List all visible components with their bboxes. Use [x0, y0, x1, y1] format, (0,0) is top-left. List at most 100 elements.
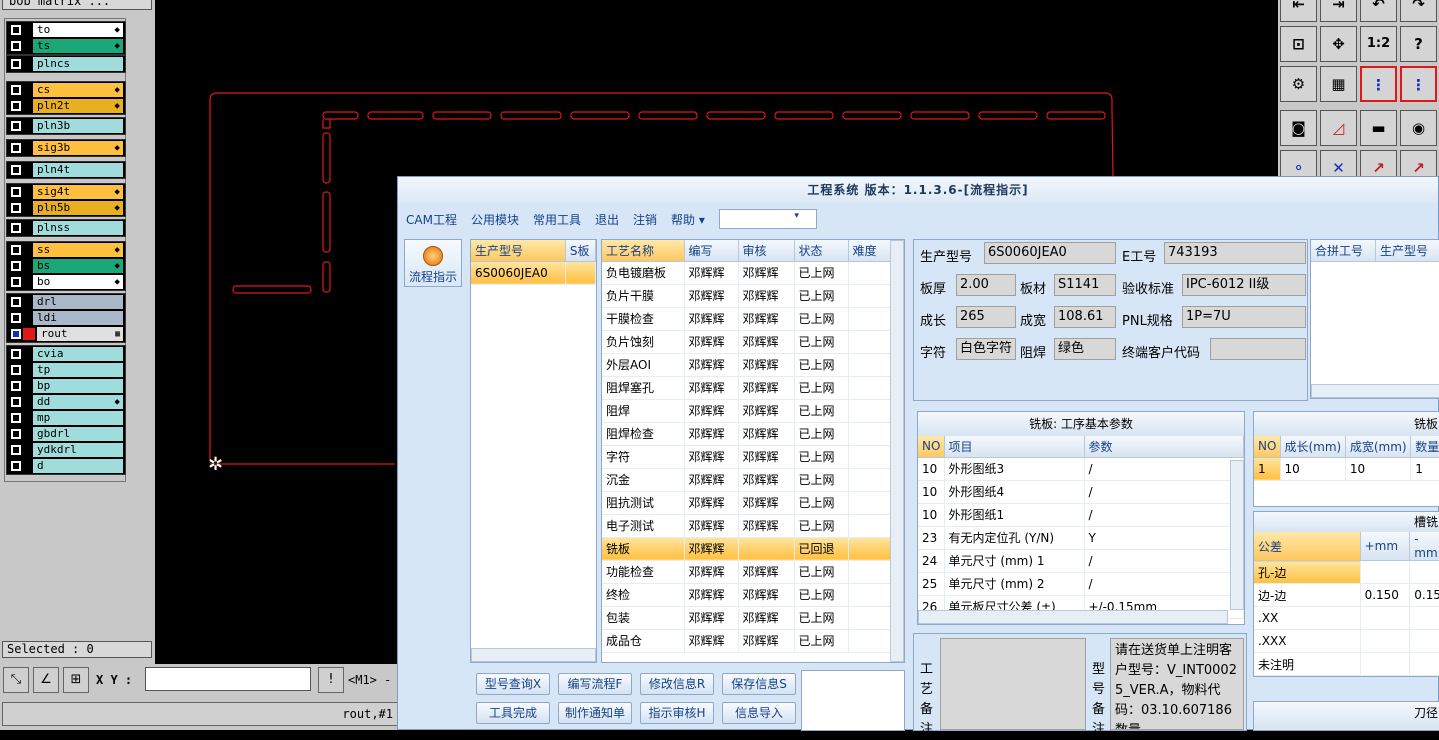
table-row[interactable]: 包装 邓辉辉 邓辉辉 已上网: [602, 606, 904, 630]
horizontal-scrollbar[interactable]: [471, 648, 596, 662]
layer-affected-icon[interactable]: ⬥: [114, 23, 120, 37]
layer-row[interactable]: plncs: [7, 56, 125, 72]
layer-checkbox[interactable]: [11, 329, 21, 339]
layer-name[interactable]: ydkdrl: [33, 443, 123, 457]
layer-row[interactable]: tp: [7, 362, 125, 378]
layer-row[interactable]: cvia: [7, 346, 125, 362]
vertical-scrollbar[interactable]: [1230, 460, 1244, 610]
layer-row[interactable]: mp: [7, 410, 125, 426]
layer-checkbox[interactable]: [11, 203, 21, 213]
table-row[interactable]: 阻焊 邓辉辉 邓辉辉 已上网: [602, 399, 904, 423]
layer-name[interactable]: ts ⬥: [33, 39, 123, 53]
layer-name[interactable]: rout ▦: [37, 327, 123, 341]
layer-checkbox[interactable]: [11, 413, 21, 423]
snap-grid-icon[interactable]: ⊞: [63, 667, 89, 693]
col-minus[interactable]: -mm: [1409, 532, 1439, 561]
layer-name[interactable]: cvia: [33, 347, 123, 361]
col-process[interactable]: 工艺名称: [602, 240, 685, 262]
craft-note-field[interactable]: [940, 638, 1086, 730]
col-no[interactable]: NO: [918, 436, 945, 458]
layer-affected-icon[interactable]: ⬥: [114, 395, 120, 409]
undo-icon[interactable]: ↶: [1360, 0, 1397, 22]
layer-name[interactable]: pln4t: [33, 163, 123, 177]
table-row[interactable]: 24 单元尺寸 (mm) 1/: [918, 549, 1244, 573]
layer-name[interactable]: bp: [33, 379, 123, 393]
layer-row[interactable]: to ⬥: [7, 22, 125, 38]
layer-checkbox[interactable]: [11, 121, 21, 131]
layer-checkbox[interactable]: [11, 41, 21, 51]
layer-checkbox[interactable]: [11, 381, 21, 391]
table-row[interactable]: 10 外形图纸4/: [918, 480, 1244, 504]
material-field[interactable]: S1141: [1054, 274, 1116, 296]
layer-name[interactable]: plnss: [33, 221, 123, 235]
character-field[interactable]: 白色字符: [956, 338, 1016, 360]
table-row[interactable]: 成品仓 邓辉辉 邓辉辉 已上网: [602, 629, 904, 653]
layer-checkbox[interactable]: [11, 277, 21, 287]
layer-checkbox[interactable]: [11, 143, 21, 153]
table-row[interactable]: .XXX: [1254, 629, 1439, 653]
layer-name[interactable]: plncs: [33, 57, 123, 71]
layer-name[interactable]: drl: [33, 295, 123, 309]
layer-row[interactable]: d: [7, 458, 125, 474]
info-import-button[interactable]: 信息导入: [722, 702, 796, 724]
scale-1-2-icon[interactable]: 1:2: [1360, 26, 1397, 62]
layer-name[interactable]: bo ⬥: [33, 275, 123, 289]
layer-affected-icon[interactable]: ⬥: [114, 99, 120, 113]
layer-checkbox[interactable]: [11, 261, 21, 271]
matrix-title[interactable]: bob matrix ...: [2, 0, 152, 10]
layer-row[interactable]: sig4t ⬥: [7, 184, 125, 200]
layer-affected-icon[interactable]: ⬥: [114, 141, 120, 155]
shape-icon[interactable]: ◿: [1320, 110, 1357, 146]
layer-checkbox[interactable]: [11, 101, 21, 111]
col-qty[interactable]: 数量: [1410, 436, 1439, 458]
col-item[interactable]: 项目: [944, 436, 1085, 458]
grid-icon[interactable]: ▦: [1320, 66, 1357, 102]
layer-affected-icon[interactable]: ⬥: [114, 201, 120, 215]
table-row[interactable]: 阻抗测试 邓辉辉 邓辉辉 已上网: [602, 491, 904, 515]
layer-checkbox[interactable]: [11, 297, 21, 307]
tool-complete-button[interactable]: 工具完成: [476, 702, 550, 724]
layer-row[interactable]: bo ⬥: [7, 274, 125, 290]
layer-checkbox[interactable]: [11, 187, 21, 197]
vertical-scrollbar[interactable]: [890, 240, 904, 662]
layer-row[interactable]: pln4t: [7, 162, 125, 178]
menu-public[interactable]: 公用模块: [471, 211, 519, 228]
layer-row[interactable]: ts ⬥: [7, 38, 125, 54]
layer-row[interactable]: gbdrl: [7, 426, 125, 442]
layer-row[interactable]: pln2t ⬥: [7, 98, 125, 114]
standard-field[interactable]: IPC-6012 II级: [1182, 274, 1306, 296]
zoom-fit-icon[interactable]: ⊡: [1280, 26, 1317, 62]
col-combine-model[interactable]: 生产型号: [1375, 240, 1439, 262]
horizontal-scrollbar[interactable]: [918, 610, 1228, 624]
layer-checkbox[interactable]: [11, 59, 21, 69]
layer-row[interactable]: dd ⬥: [7, 394, 125, 410]
layer-name[interactable]: sig4t ⬥: [33, 185, 123, 199]
move-right-icon[interactable]: ⇥: [1320, 0, 1357, 22]
col-writer[interactable]: 编写: [684, 240, 739, 262]
layer-row[interactable]: pln3b: [7, 118, 125, 134]
mask-field[interactable]: 绿色: [1054, 338, 1116, 360]
layer-affected-icon[interactable]: ⬥: [114, 243, 120, 257]
width-field[interactable]: 108.61: [1054, 306, 1116, 328]
save-info-button[interactable]: 保存信息S: [722, 673, 796, 695]
notes-box[interactable]: [801, 670, 905, 731]
redo-icon[interactable]: ↷: [1400, 0, 1437, 22]
table-row[interactable]: 阻焊塞孔 邓辉辉 邓辉辉 已上网: [602, 376, 904, 400]
table-row[interactable]: 字符 邓辉辉 邓辉辉 已上网: [602, 445, 904, 469]
col-s-board[interactable]: S板: [565, 240, 597, 262]
col-combine-no[interactable]: 合拼工号: [1311, 240, 1376, 262]
pad-icon[interactable]: ◙: [1280, 110, 1317, 146]
table-row[interactable]: 阻焊检查 邓辉辉 邓辉辉 已上网: [602, 422, 904, 446]
layer-row[interactable]: ydkdrl: [7, 442, 125, 458]
layer-row[interactable]: rout ▦: [7, 326, 125, 342]
layer-row[interactable]: ldi: [7, 310, 125, 326]
layer-affected-icon[interactable]: ⬥: [114, 259, 120, 273]
move-left-icon[interactable]: ⇤: [1280, 0, 1317, 22]
pan-icon[interactable]: ✥: [1320, 26, 1357, 62]
layer-checkbox[interactable]: [11, 223, 21, 233]
layer-name[interactable]: ss ⬥: [33, 243, 123, 257]
layer-affected-icon[interactable]: ⬥: [114, 185, 120, 199]
layer-checkbox[interactable]: [11, 429, 21, 439]
model-query-button[interactable]: 型号查询X: [476, 673, 550, 695]
settings-icon[interactable]: ⚙: [1280, 66, 1317, 102]
